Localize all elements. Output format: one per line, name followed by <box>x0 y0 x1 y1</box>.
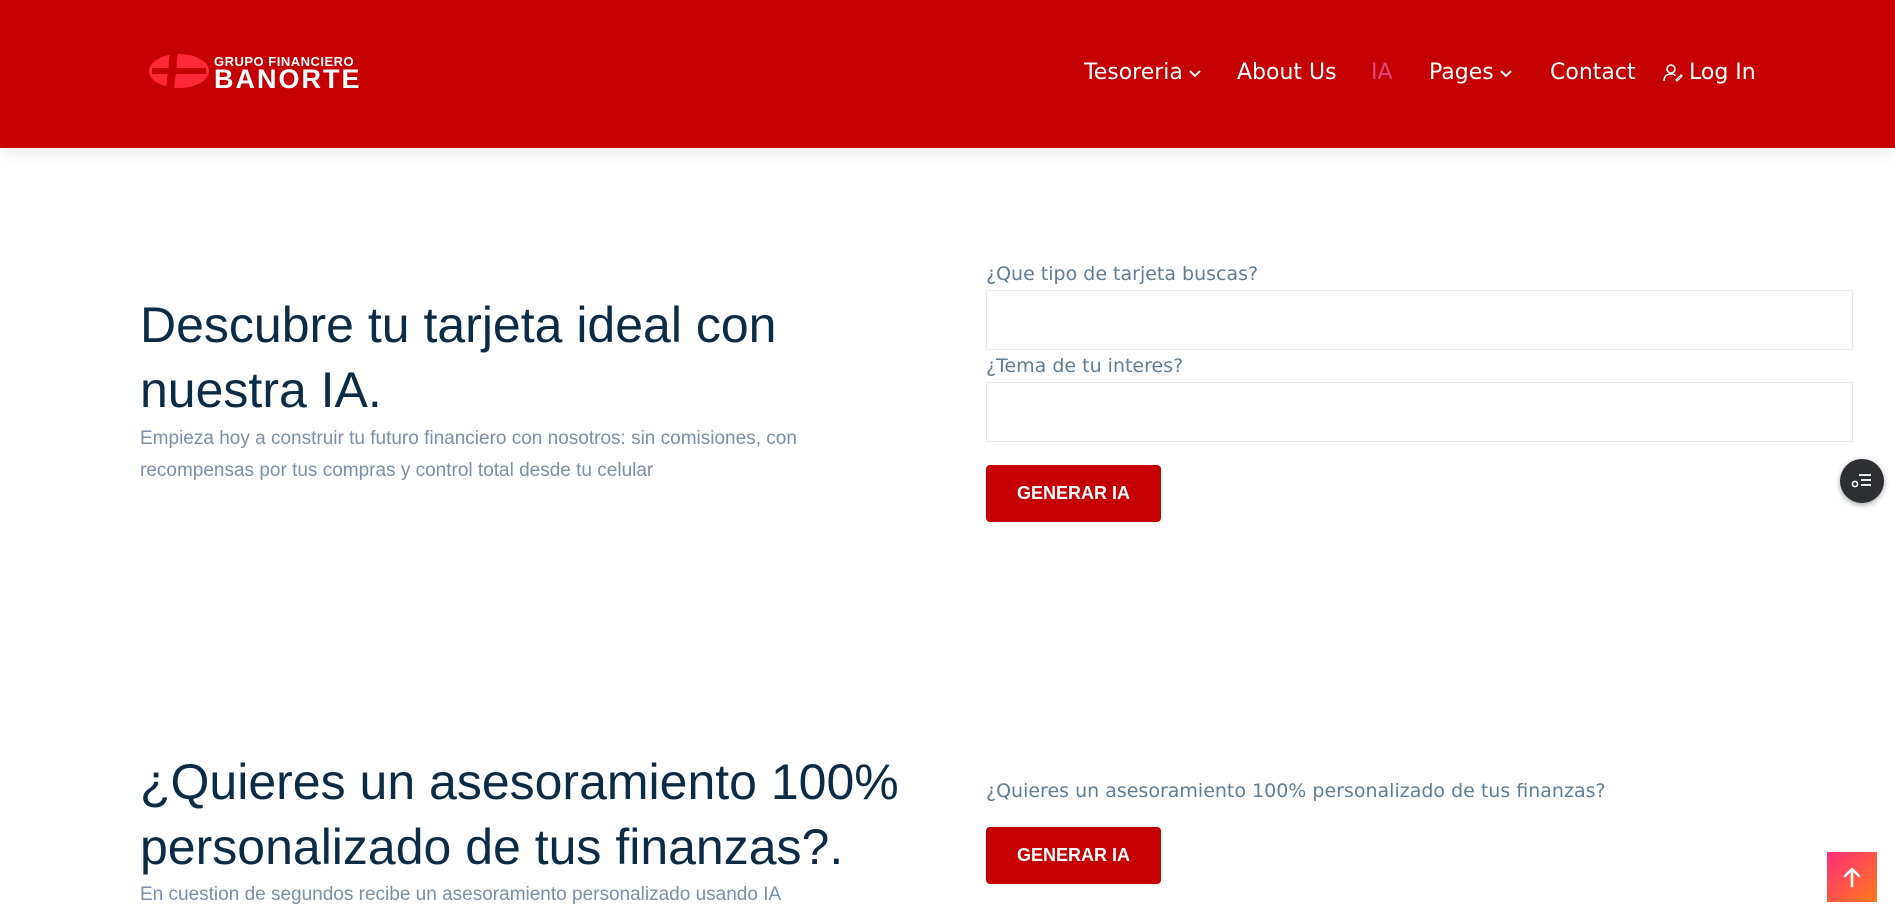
generate-ia-advice-button[interactable]: GENERAR IA <box>986 827 1161 884</box>
nav-item-label: IA <box>1371 60 1393 85</box>
interest-topic-label: ¿Tema de tu interes? <box>986 355 1184 377</box>
nav-item-label: Contact <box>1550 60 1636 85</box>
arrow-up-icon <box>1843 867 1861 888</box>
nav-item-tesoreria[interactable]: Tesoreria <box>1084 58 1202 88</box>
interest-topic-input[interactable] <box>986 382 1853 442</box>
nav-item-about-us[interactable]: About Us <box>1237 58 1337 88</box>
section2-subtitle: En cuestion de segundos recibe un asesor… <box>140 884 782 905</box>
scroll-to-top-button[interactable] <box>1827 852 1877 902</box>
chevron-down-icon <box>1189 70 1201 78</box>
site-header: GRUPO FINANCIERO BANORTE Tesoreria About… <box>0 0 1895 148</box>
nav-item-label: Tesoreria <box>1084 60 1183 85</box>
section1-subtitle: Empieza hoy a construir tu futuro financ… <box>140 428 797 481</box>
nav-item-login[interactable]: Log In <box>1663 58 1756 88</box>
nav-item-contact[interactable]: Contact <box>1550 58 1636 88</box>
logo-title: BANORTE <box>214 64 362 94</box>
advice-question-label: ¿Quieres un asesoramiento 100% personali… <box>986 780 1606 802</box>
generate-ia-button[interactable]: GENERAR IA <box>986 465 1161 522</box>
nav-item-ia[interactable]: IA <box>1371 58 1393 88</box>
card-type-label: ¿Que tipo de tarjeta buscas? <box>986 263 1259 285</box>
user-icon <box>1663 64 1683 82</box>
nav-item-label: Pages <box>1429 60 1494 85</box>
banorte-logo-mark-icon <box>149 52 209 90</box>
list-settings-icon <box>1851 474 1871 488</box>
section1-title: Descubre tu tarjeta ideal con nuestra IA… <box>140 297 777 418</box>
nav-item-label: Log In <box>1689 60 1756 85</box>
card-type-input[interactable] <box>986 290 1853 350</box>
nav-item-pages[interactable]: Pages <box>1429 58 1513 88</box>
chevron-down-icon <box>1500 70 1512 78</box>
section2-title: ¿Quieres un asesoramiento 100% personali… <box>140 754 899 875</box>
banorte-logo[interactable]: GRUPO FINANCIERO BANORTE <box>148 50 388 94</box>
floating-menu-button[interactable] <box>1840 459 1884 503</box>
nav-item-label: About Us <box>1237 60 1337 85</box>
